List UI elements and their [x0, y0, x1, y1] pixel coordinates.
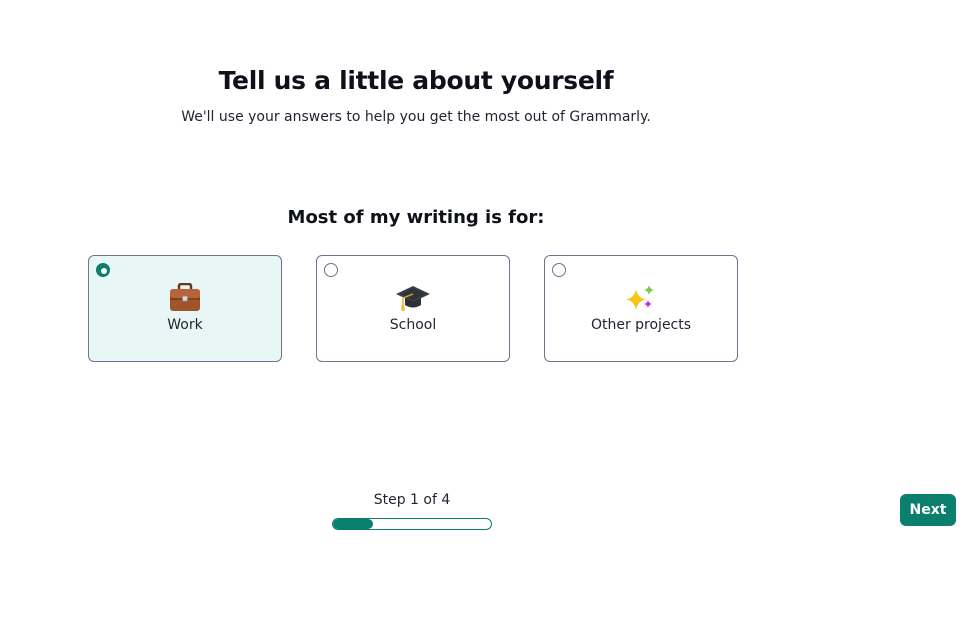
- radio-school[interactable]: [324, 263, 338, 277]
- radio-work[interactable]: [96, 263, 110, 277]
- option-label-work: Work: [167, 317, 203, 333]
- question-label: Most of my writing is for:: [287, 207, 545, 228]
- page-title: Tell us a little about yourself: [218, 66, 614, 95]
- option-card-work[interactable]: Work: [88, 255, 282, 362]
- radio-other-projects[interactable]: [552, 263, 566, 277]
- option-card-other-projects[interactable]: Other projects: [544, 255, 738, 362]
- option-card-school[interactable]: School: [316, 255, 510, 362]
- onboarding-page: Tell us a little about yourself We'll us…: [0, 0, 978, 630]
- progress-bar: [332, 518, 492, 530]
- step-indicator: Step 1 of 4: [373, 492, 451, 508]
- option-label-other-projects: Other projects: [590, 317, 692, 333]
- next-button[interactable]: Next: [900, 494, 956, 526]
- page-subtitle: We'll use your answers to help you get t…: [181, 109, 651, 125]
- sparkles-icon: [545, 283, 737, 313]
- briefcase-icon: [89, 283, 281, 313]
- progress-bar-fill: [333, 519, 373, 529]
- graduation-cap-icon: [317, 283, 509, 313]
- option-label-school: School: [389, 317, 437, 333]
